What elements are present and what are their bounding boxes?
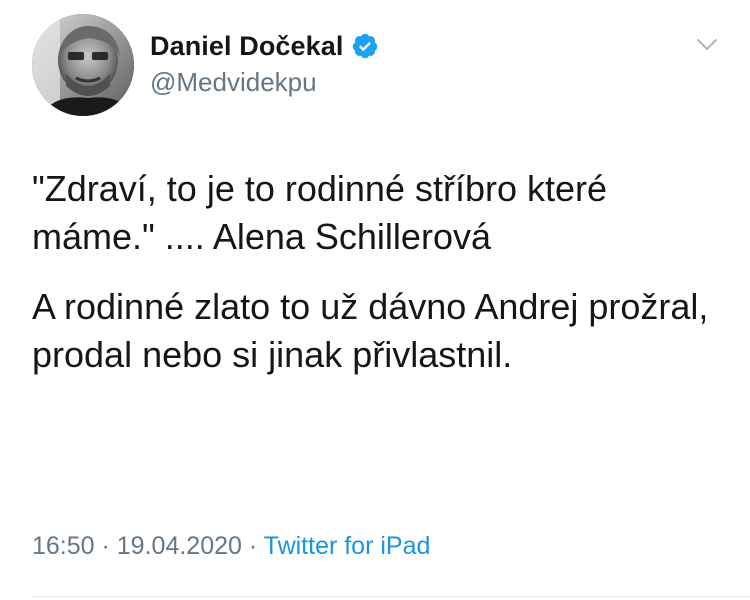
name-row: Daniel Dočekal: [150, 26, 379, 66]
avatar[interactable]: [32, 14, 134, 116]
tweet-card: Daniel Dočekal @Medvidekpu "Zdraví, to j…: [0, 0, 750, 600]
divider: [32, 596, 750, 597]
chevron-down-icon[interactable]: [693, 30, 721, 58]
avatar-image: [32, 14, 134, 116]
verified-badge-icon: [351, 32, 379, 60]
meta-separator: ·: [241, 532, 264, 560]
display-name[interactable]: Daniel Dočekal: [150, 31, 344, 62]
tweet-paragraph-1: "Zdraví, to je to rodinné stříbro které …: [32, 168, 608, 257]
tweet-paragraph-2: A rodinné zlato to už dávno Andrej prožr…: [32, 286, 709, 375]
tweet-date[interactable]: 19.04.2020: [117, 532, 242, 560]
tweet-source-link[interactable]: Twitter for iPad: [264, 532, 431, 560]
tweet-text: "Zdraví, to je to rodinné stříbro které …: [32, 165, 722, 379]
meta-separator: ·: [94, 532, 117, 560]
user-info: Daniel Dočekal @Medvidekpu: [150, 26, 379, 98]
tweet-meta: 16:50 · 19.04.2020 · Twitter for iPad: [32, 532, 430, 561]
tweet-time[interactable]: 16:50: [32, 532, 95, 560]
user-handle[interactable]: @Medvidekpu: [150, 67, 379, 98]
